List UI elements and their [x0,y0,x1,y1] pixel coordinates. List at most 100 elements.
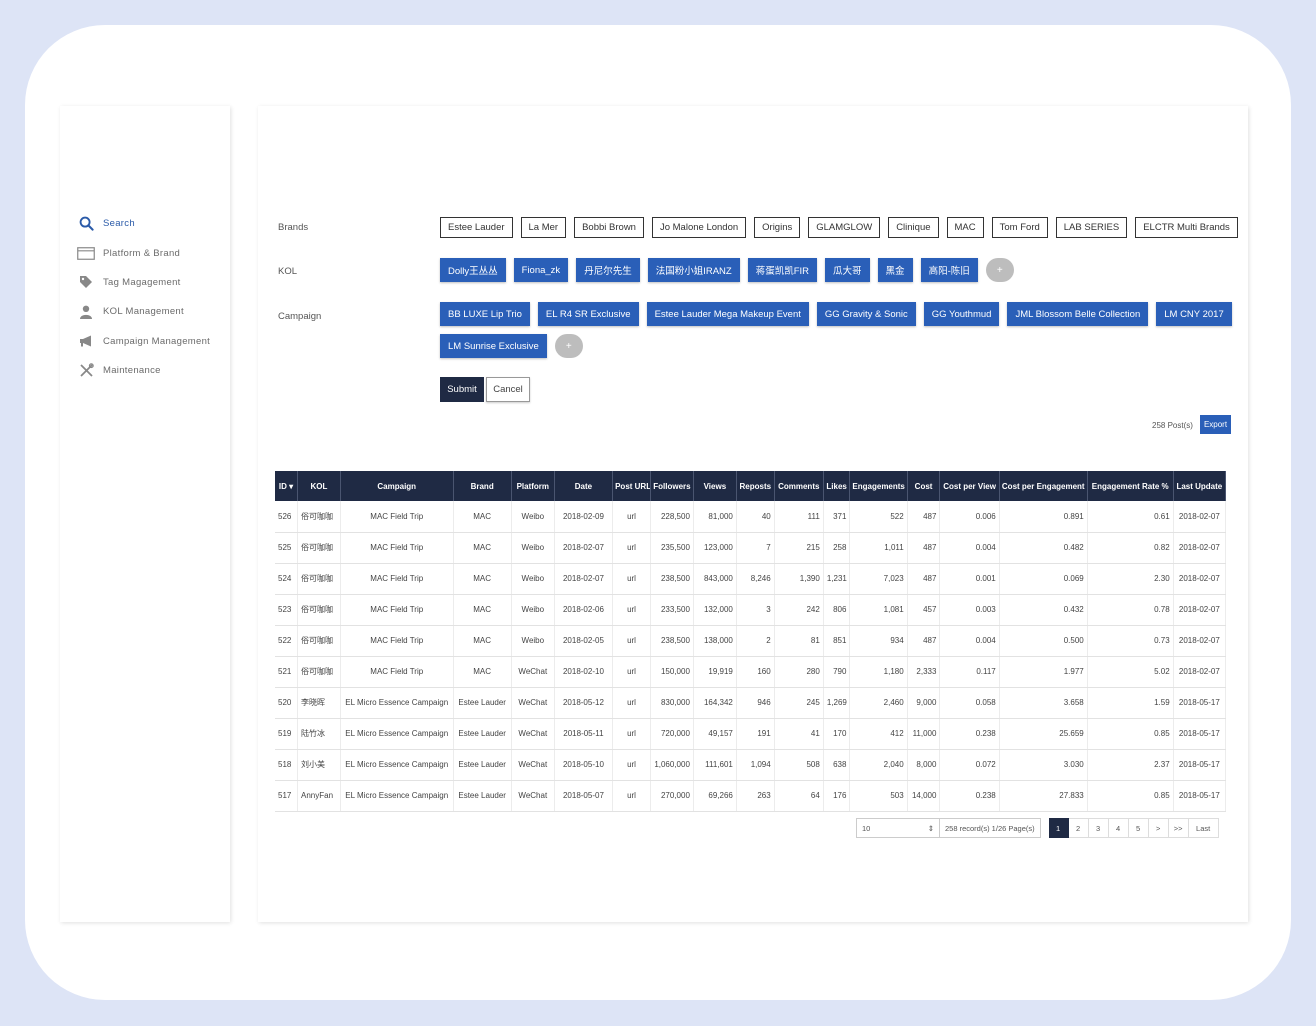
add-kol-button[interactable]: + [985,258,1014,282]
campaign-chip[interactable]: GG Gravity & Sonic [816,302,916,326]
page-button[interactable]: > [1148,818,1169,838]
campaign-chip[interactable]: LM Sunrise Exclusive [440,334,547,358]
sidebar-item-tag-management[interactable]: Tag Magagement [76,268,210,297]
brand-chip[interactable]: Jo Malone London [651,217,747,238]
kol-chip[interactable]: 黑金 [877,258,913,282]
column-header[interactable]: Engagements [849,471,908,501]
add-campaign-button[interactable]: + [554,334,583,358]
kol-chip[interactable]: 法国粉小姐IRANZ [647,258,740,282]
table-cell: 5.02 [1087,656,1174,688]
page-button[interactable]: Last [1188,818,1219,838]
column-header[interactable]: Brand [453,471,512,501]
campaign-chip[interactable]: BB LUXE Lip Trio [440,302,530,326]
brand-chip[interactable]: Clinique [888,217,939,238]
table-cell: 俗可咖咖 [297,532,341,564]
tag-icon [76,274,96,290]
table-cell: 9,000 [907,687,941,719]
kol-chip[interactable]: Dolly王丛丛 [440,258,506,282]
column-header[interactable]: Followers [650,471,694,501]
table-cell: 2018-02-07 [1173,656,1227,688]
table-row: 522 俗可咖咖 MAC Field Trip MAC Weibo 2018-02-05 u… [275,625,1227,657]
table-cell: 2018-02-10 [554,656,614,688]
column-header[interactable]: Views [693,471,737,501]
brand-chip[interactable]: LAB SERIES [1055,217,1128,238]
campaign-chip[interactable]: LM CNY 2017 [1156,302,1232,326]
table-cell: 371 [823,501,851,533]
column-header[interactable]: Cost per View [939,471,1000,501]
column-header[interactable]: Post URL [612,471,651,501]
column-header[interactable]: Date [554,471,614,501]
table-cell: AnnyFan [297,780,341,812]
column-header[interactable]: Platform [511,471,555,501]
table-cell: 2.37 [1087,749,1174,781]
post-url-link[interactable]: url [612,718,651,750]
table-cell: 81,000 [693,501,737,533]
table-cell: 0.003 [939,594,1000,626]
post-url-link[interactable]: url [612,687,651,719]
post-url-link[interactable]: url [612,594,651,626]
brand-chip[interactable]: Origins [754,217,801,238]
brand-chip[interactable]: Tom Ford [991,217,1048,238]
page-button[interactable]: 5 [1128,818,1149,838]
kol-chip[interactable]: 蒋蛋凯凯FIR [747,258,818,282]
campaign-chip[interactable]: Estee Lauder Mega Makeup Event [646,302,809,326]
brand-chip[interactable]: Estee Lauder [440,217,513,238]
export-button[interactable]: Export [1200,415,1231,434]
table-cell: Estee Lauder [453,687,512,719]
kol-chip[interactable]: 丹尼尔先生 [576,258,640,282]
post-url-link[interactable]: url [612,656,651,688]
page-button[interactable]: 2 [1068,818,1089,838]
page-button[interactable]: 3 [1088,818,1109,838]
cancel-button[interactable]: Cancel [486,377,530,402]
campaign-chip[interactable]: GG Youthmud [923,302,1000,326]
brand-chip[interactable]: La Mer [520,217,567,238]
sidebar-item-search[interactable]: Search [76,209,210,238]
kol-chip[interactable]: 高阳-陈旧 [920,258,978,282]
table-cell: 0.482 [999,532,1088,564]
table-cell: Weibo [511,563,555,595]
post-url-link[interactable]: url [612,532,651,564]
sidebar-item-maintenance[interactable]: Maintenance [76,356,210,385]
column-header[interactable]: Engagement Rate % [1087,471,1174,501]
sidebar-item-platform-brand[interactable]: Platform & Brand [76,238,210,267]
post-url-link[interactable]: url [612,501,651,533]
campaign-chip[interactable]: JML Blossom Belle Collection [1007,302,1149,326]
column-header[interactable]: Campaign [340,471,454,501]
brand-chip[interactable]: ELCTR Multi Brands [1135,217,1238,238]
campaign-chip[interactable]: EL R4 SR Exclusive [537,302,639,326]
tools-icon [76,363,96,379]
column-header[interactable]: Cost per Engagement [999,471,1088,501]
brand-chip[interactable]: GLAMGLOW [808,217,881,238]
post-url-link[interactable]: url [612,625,651,657]
column-header[interactable]: Cost [907,471,941,501]
column-header[interactable]: Likes [823,471,851,501]
kol-chip[interactable]: Fiona_zk [513,258,569,282]
campaign-label: Campaign [278,311,322,322]
table-cell: 843,000 [693,563,737,595]
table-cell: 11,000 [907,718,941,750]
table-cell: 1,231 [823,563,851,595]
post-url-link[interactable]: url [612,563,651,595]
sidebar-item-kol-management[interactable]: KOL Management [76,297,210,326]
column-header[interactable]: Reposts [736,471,775,501]
kol-chip[interactable]: 瓜大哥 [825,258,870,282]
column-header[interactable]: KOL [297,471,341,501]
table-row: 518 刘小美 EL Micro Essence Campaign Estee Lau… [275,749,1227,781]
page-button[interactable]: 1 [1048,818,1069,838]
table-cell: Weibo [511,625,555,657]
page-button[interactable]: 4 [1108,818,1129,838]
page-size-select[interactable]: 10 ⇕ [856,818,940,838]
sidebar-item-campaign-management[interactable]: Campaign Management [76,327,210,356]
table-cell: 3.030 [999,749,1088,781]
table-cell: 1,269 [823,687,851,719]
post-url-link[interactable]: url [612,749,651,781]
submit-button[interactable]: Submit [440,377,484,402]
column-header[interactable]: Comments [774,471,824,501]
brand-chip[interactable]: Bobbi Brown [574,217,644,238]
brand-chip[interactable]: MAC [946,217,984,238]
column-header[interactable]: Last Update [1173,471,1227,501]
page-button[interactable]: >> [1168,818,1189,838]
column-header[interactable]: ID ▾ [275,471,298,501]
table-cell: 235,500 [650,532,694,564]
post-url-link[interactable]: url [612,780,651,812]
